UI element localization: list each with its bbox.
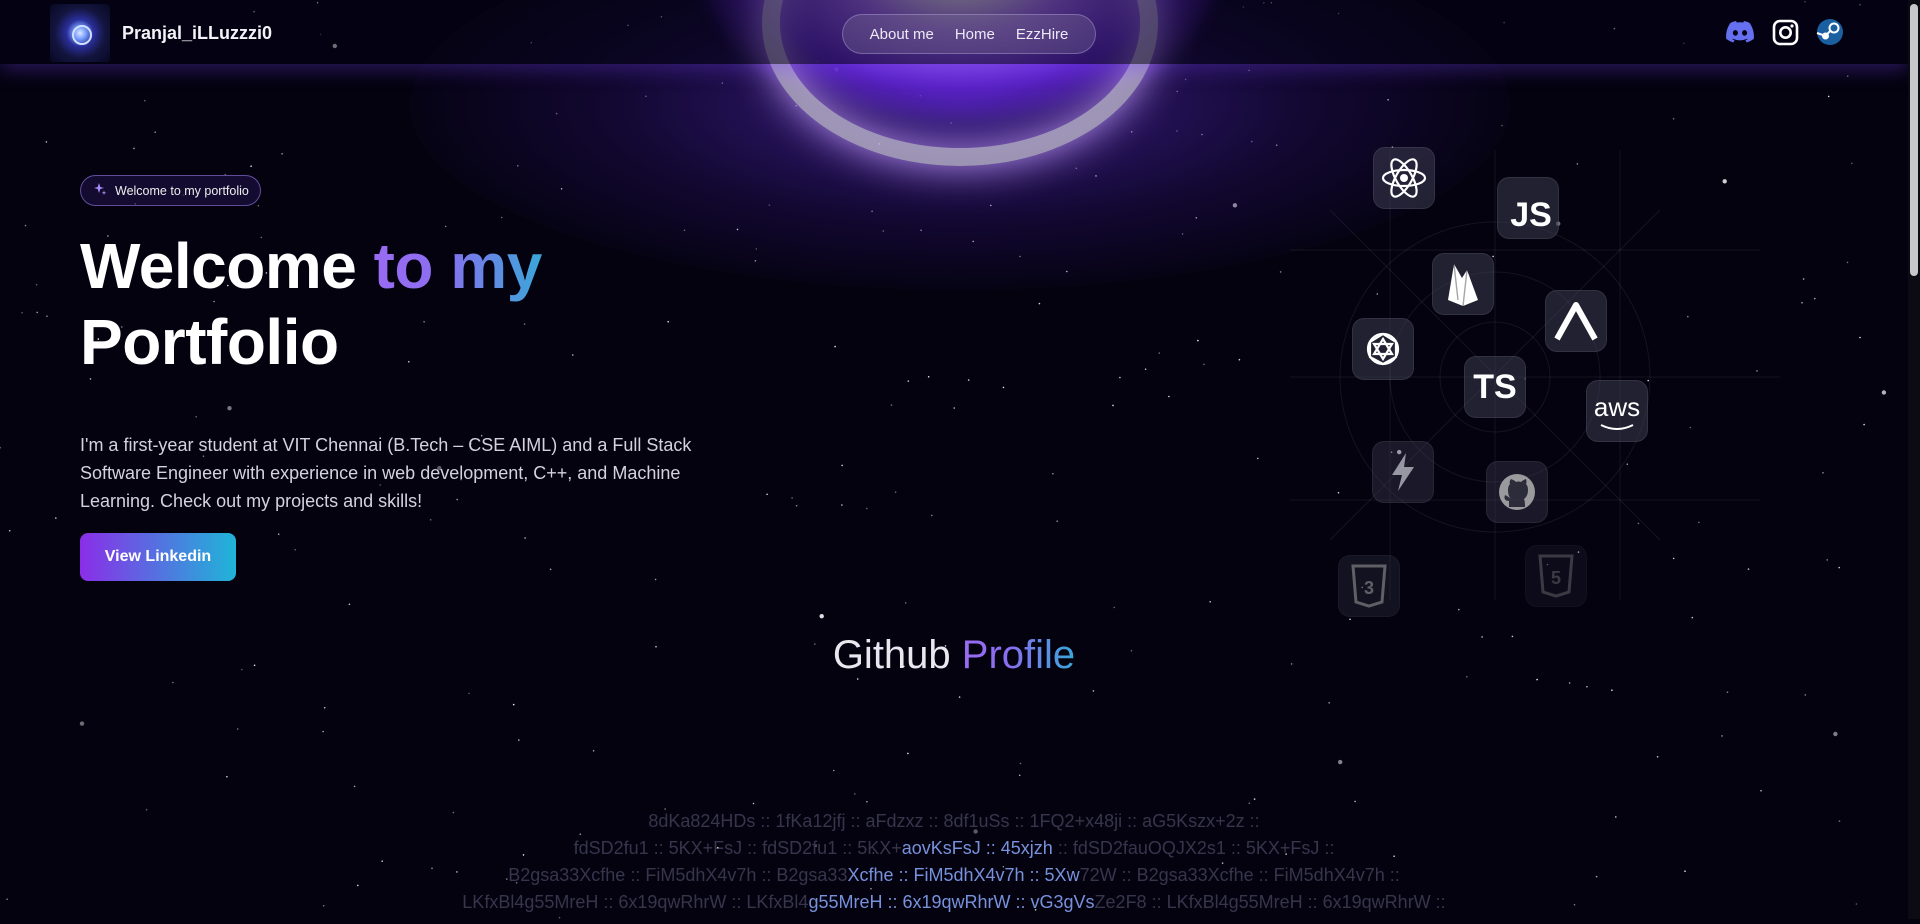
hash-line-highlight: aovKsFsJ :: 45xjzh xyxy=(901,838,1053,858)
hero-title-part1: Welcome xyxy=(80,230,374,302)
react-icon[interactable] xyxy=(1373,147,1435,209)
typescript-icon[interactable]: TS xyxy=(1464,356,1526,418)
hash-stream-decoration: 8dKa824HDs :: 1fKa12jfj :: aFdzxz :: 8df… xyxy=(0,808,1908,916)
vercel-icon[interactable] xyxy=(1545,290,1607,352)
skills-orbit: JS TS aws 3 5 xyxy=(1280,130,1800,630)
steam-icon[interactable] xyxy=(1816,18,1844,46)
welcome-badge-text: Welcome to my portfolio xyxy=(115,183,249,198)
svg-text:3: 3 xyxy=(1364,578,1374,598)
hash-line-highlight: Xcfhe :: FiM5dhX4v7h :: 5Xw xyxy=(847,865,1080,885)
github-title-highlight: Profile xyxy=(961,633,1076,677)
discord-icon[interactable] xyxy=(1726,18,1754,46)
aws-label: aws xyxy=(1593,391,1641,422)
hash-line-text: 8dKa824HDs :: 1fKa12jfj :: aFdzxz :: 8df… xyxy=(648,811,1260,831)
aws-icon[interactable]: aws xyxy=(1586,380,1648,442)
hash-line-text: Ze2F8 :: LKfxBl4g55MreH :: 6x19qwRhrW :: xyxy=(1094,892,1446,912)
brand-logo[interactable] xyxy=(50,4,110,62)
welcome-badge: Welcome to my portfolio xyxy=(80,175,261,206)
hero-title: Welcome to my Portfolio xyxy=(80,228,542,380)
brand-name[interactable]: Pranjal_iLLuzzzi0 xyxy=(122,23,272,44)
css3-icon[interactable]: 3 xyxy=(1338,555,1400,617)
ts-label: TS xyxy=(1473,367,1517,406)
html5-icon[interactable]: 5 xyxy=(1525,545,1587,607)
hash-line-text: 72W :: B2gsa33Xcfhe :: FiM5dhX4v7h :: xyxy=(1079,865,1400,885)
javascript-icon[interactable]: JS xyxy=(1497,177,1559,239)
firebase-icon[interactable] xyxy=(1432,253,1494,315)
hash-line-text: fdSD2fu1 :: 5KX+FsJ :: fdSD2fu1 :: 5KX+ xyxy=(573,838,902,858)
hero-title-highlight: to my xyxy=(373,230,543,302)
vertical-scrollbar[interactable] xyxy=(1908,0,1920,919)
hash-line: fdSD2fu1 :: 5KX+FsJ :: fdSD2fu1 :: 5KX+a… xyxy=(0,835,1908,862)
hash-line-text: LKfxBl4g55MreH :: 6x19qwRhrW :: LKfxBl4 xyxy=(462,892,809,912)
nav-about-me[interactable]: About me xyxy=(870,26,934,43)
hash-line: LKfxBl4g55MreH :: 6x19qwRhrW :: LKfxBl4g… xyxy=(0,889,1908,916)
view-linkedin-button[interactable]: View Linkedin xyxy=(80,533,236,581)
js-label: JS xyxy=(1510,195,1552,234)
github-title-part1: Github xyxy=(832,633,962,677)
vite-icon[interactable] xyxy=(1372,441,1434,503)
nav-ezzhire[interactable]: EzzHire xyxy=(1016,26,1069,43)
scrollbar-thumb[interactable] xyxy=(1910,4,1918,276)
openai-icon[interactable] xyxy=(1352,318,1414,380)
brand[interactable]: Pranjal_iLLuzzzi0 xyxy=(50,4,272,62)
svg-text:5: 5 xyxy=(1551,568,1561,588)
github-icon[interactable] xyxy=(1486,461,1548,523)
nav-home[interactable]: Home xyxy=(955,26,995,43)
sparkles-icon xyxy=(93,182,107,199)
hash-line-text: B2gsa33Xcfhe :: FiM5dhX4v7h :: B2gsa33 xyxy=(508,865,848,885)
social-links xyxy=(1726,18,1844,46)
hero-intro: I'm a first-year student at VIT Chennai … xyxy=(80,435,692,511)
instagram-icon[interactable] xyxy=(1771,18,1799,46)
hash-line: B2gsa33Xcfhe :: FiM5dhX4v7h :: B2gsa33Xc… xyxy=(0,862,1908,889)
hash-line-text: :: fdSD2fauOQJX2s1 :: 5KX+FsJ :: xyxy=(1052,838,1335,858)
github-section-title: Github Profile xyxy=(0,633,1908,678)
hash-line: 8dKa824HDs :: 1fKa12jfj :: aFdzxz :: 8df… xyxy=(0,808,1908,835)
main-nav: About me Home EzzHire xyxy=(842,14,1096,54)
hero-title-part2: Portfolio xyxy=(80,306,339,378)
top-navbar: Pranjal_iLLuzzzi0 About me Home EzzHire xyxy=(0,0,1908,64)
hash-line-highlight: g55MreH :: 6x19qwRhrW :: vG3gVs xyxy=(808,892,1095,912)
